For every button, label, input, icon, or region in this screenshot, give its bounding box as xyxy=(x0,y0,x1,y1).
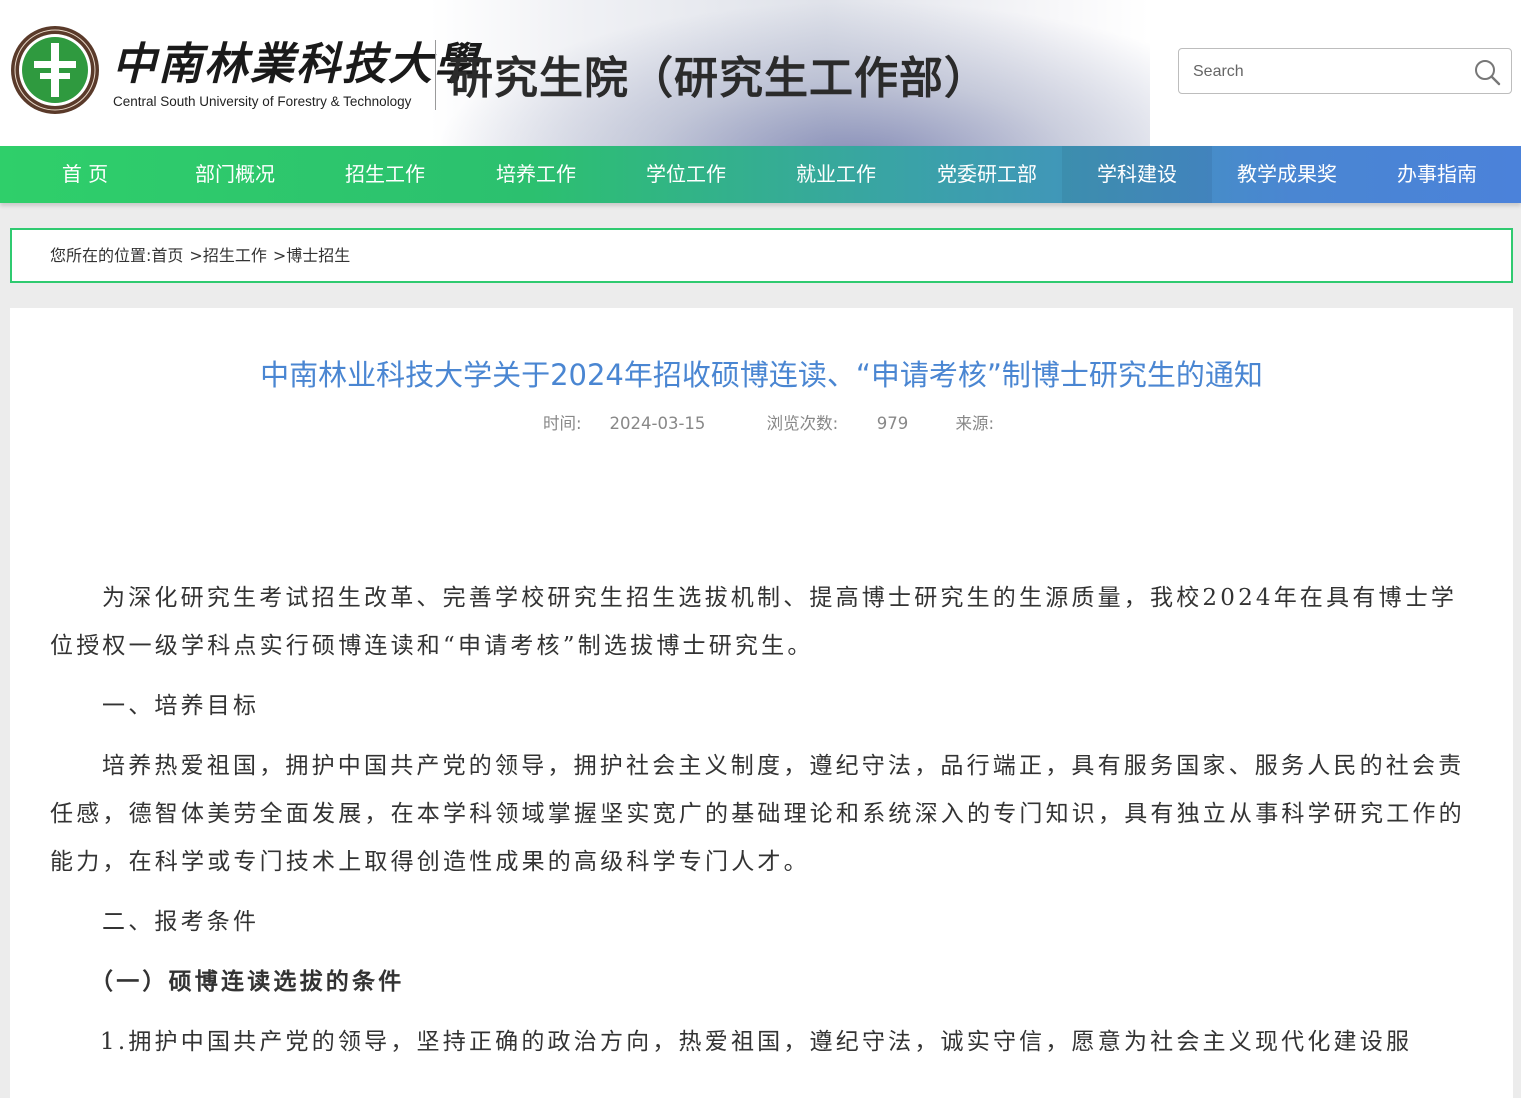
breadcrumb-admissions[interactable]: 招生工作 xyxy=(203,246,267,265)
meta-time-label: 时间: xyxy=(542,414,582,433)
main-nav: 首 页 部门概况 招生工作 培养工作 学位工作 就业工作 党委研工部 学科建设 … xyxy=(0,146,1521,203)
article-container: 中南林业科技大学关于2024年招收硕博连读、“申请考核”制博士研究生的通知 时间… xyxy=(10,308,1513,1098)
search-icon[interactable] xyxy=(1473,58,1501,86)
goal-paragraph: 培养热爱祖国，拥护中国共产党的领导，拥护社会主义制度，遵纪守法，品行端正，具有服… xyxy=(50,753,1465,875)
nav-item-party[interactable]: 党委研工部 xyxy=(912,146,1062,203)
university-seal-logo[interactable] xyxy=(10,25,100,115)
intro-paragraph: 为深化研究生考试招生改革、完善学校研究生招生选拔机制、提高博士研究生的生源质量，… xyxy=(50,585,1458,659)
nav-item-employment[interactable]: 就业工作 xyxy=(761,146,911,203)
subsection-heading-combined: （一）硕博连读选拔的条件 xyxy=(90,968,405,995)
nav-item-discipline[interactable]: 学科建设 xyxy=(1062,146,1212,203)
nav-item-guide[interactable]: 办事指南 xyxy=(1362,146,1512,203)
meta-source-label: 来源: xyxy=(955,414,995,433)
nav-item-degree[interactable]: 学位工作 xyxy=(611,146,761,203)
nav-item-admissions[interactable]: 招生工作 xyxy=(310,146,460,203)
article-title: 中南林业科技大学关于2024年招收硕博连读、“申请考核”制博士研究生的通知 xyxy=(260,358,1263,392)
meta-time-value: 2024-03-15 xyxy=(609,414,706,433)
article-meta: 时间: 2024-03-15 浏览次数: 979 来源: xyxy=(10,410,1513,434)
breadcrumb-doctoral[interactable]: 博士招生 xyxy=(286,246,350,265)
breadcrumb-prefix: 您所在的位置: xyxy=(50,246,152,265)
section-heading-conditions: 二、报考条件 xyxy=(102,909,260,935)
article-body: 为深化研究生考试招生改革、完善学校研究生招生选拔机制、提高博士研究生的生源质量，… xyxy=(50,574,1470,1066)
nav-item-about[interactable]: 部门概况 xyxy=(160,146,310,203)
meta-views-label: 浏览次数: xyxy=(766,414,839,433)
breadcrumb: 您所在的位置:首页 >招生工作 >博士招生 xyxy=(10,228,1513,283)
search-input[interactable] xyxy=(1191,59,1465,85)
search-box[interactable] xyxy=(1178,48,1512,94)
breadcrumb-separator: > xyxy=(272,246,287,265)
nav-item-training[interactable]: 培养工作 xyxy=(461,146,611,203)
university-name-en: Central South University of Forestry & T… xyxy=(113,94,412,109)
site-header: 中南林業科技大學 Central South University of For… xyxy=(0,0,1521,146)
logo-divider xyxy=(435,40,436,110)
condition-item-1: 1.拥护中国共产党的领导，坚持正确的政治方向，热爱祖国，遵纪守法，诚实守信，愿意… xyxy=(100,1029,1413,1055)
section-heading-goal: 一、培养目标 xyxy=(102,693,260,719)
university-name-cn: 中南林業科技大學 xyxy=(112,39,480,90)
nav-item-teaching-award[interactable]: 教学成果奖 xyxy=(1212,146,1362,203)
breadcrumb-separator: > xyxy=(189,246,203,265)
nav-item-home[interactable]: 首 页 xyxy=(10,146,160,203)
breadcrumb-home[interactable]: 首页 xyxy=(151,246,183,265)
site-title: 研究生院（研究生工作部） xyxy=(449,53,989,104)
meta-views-value: 979 xyxy=(876,414,909,433)
